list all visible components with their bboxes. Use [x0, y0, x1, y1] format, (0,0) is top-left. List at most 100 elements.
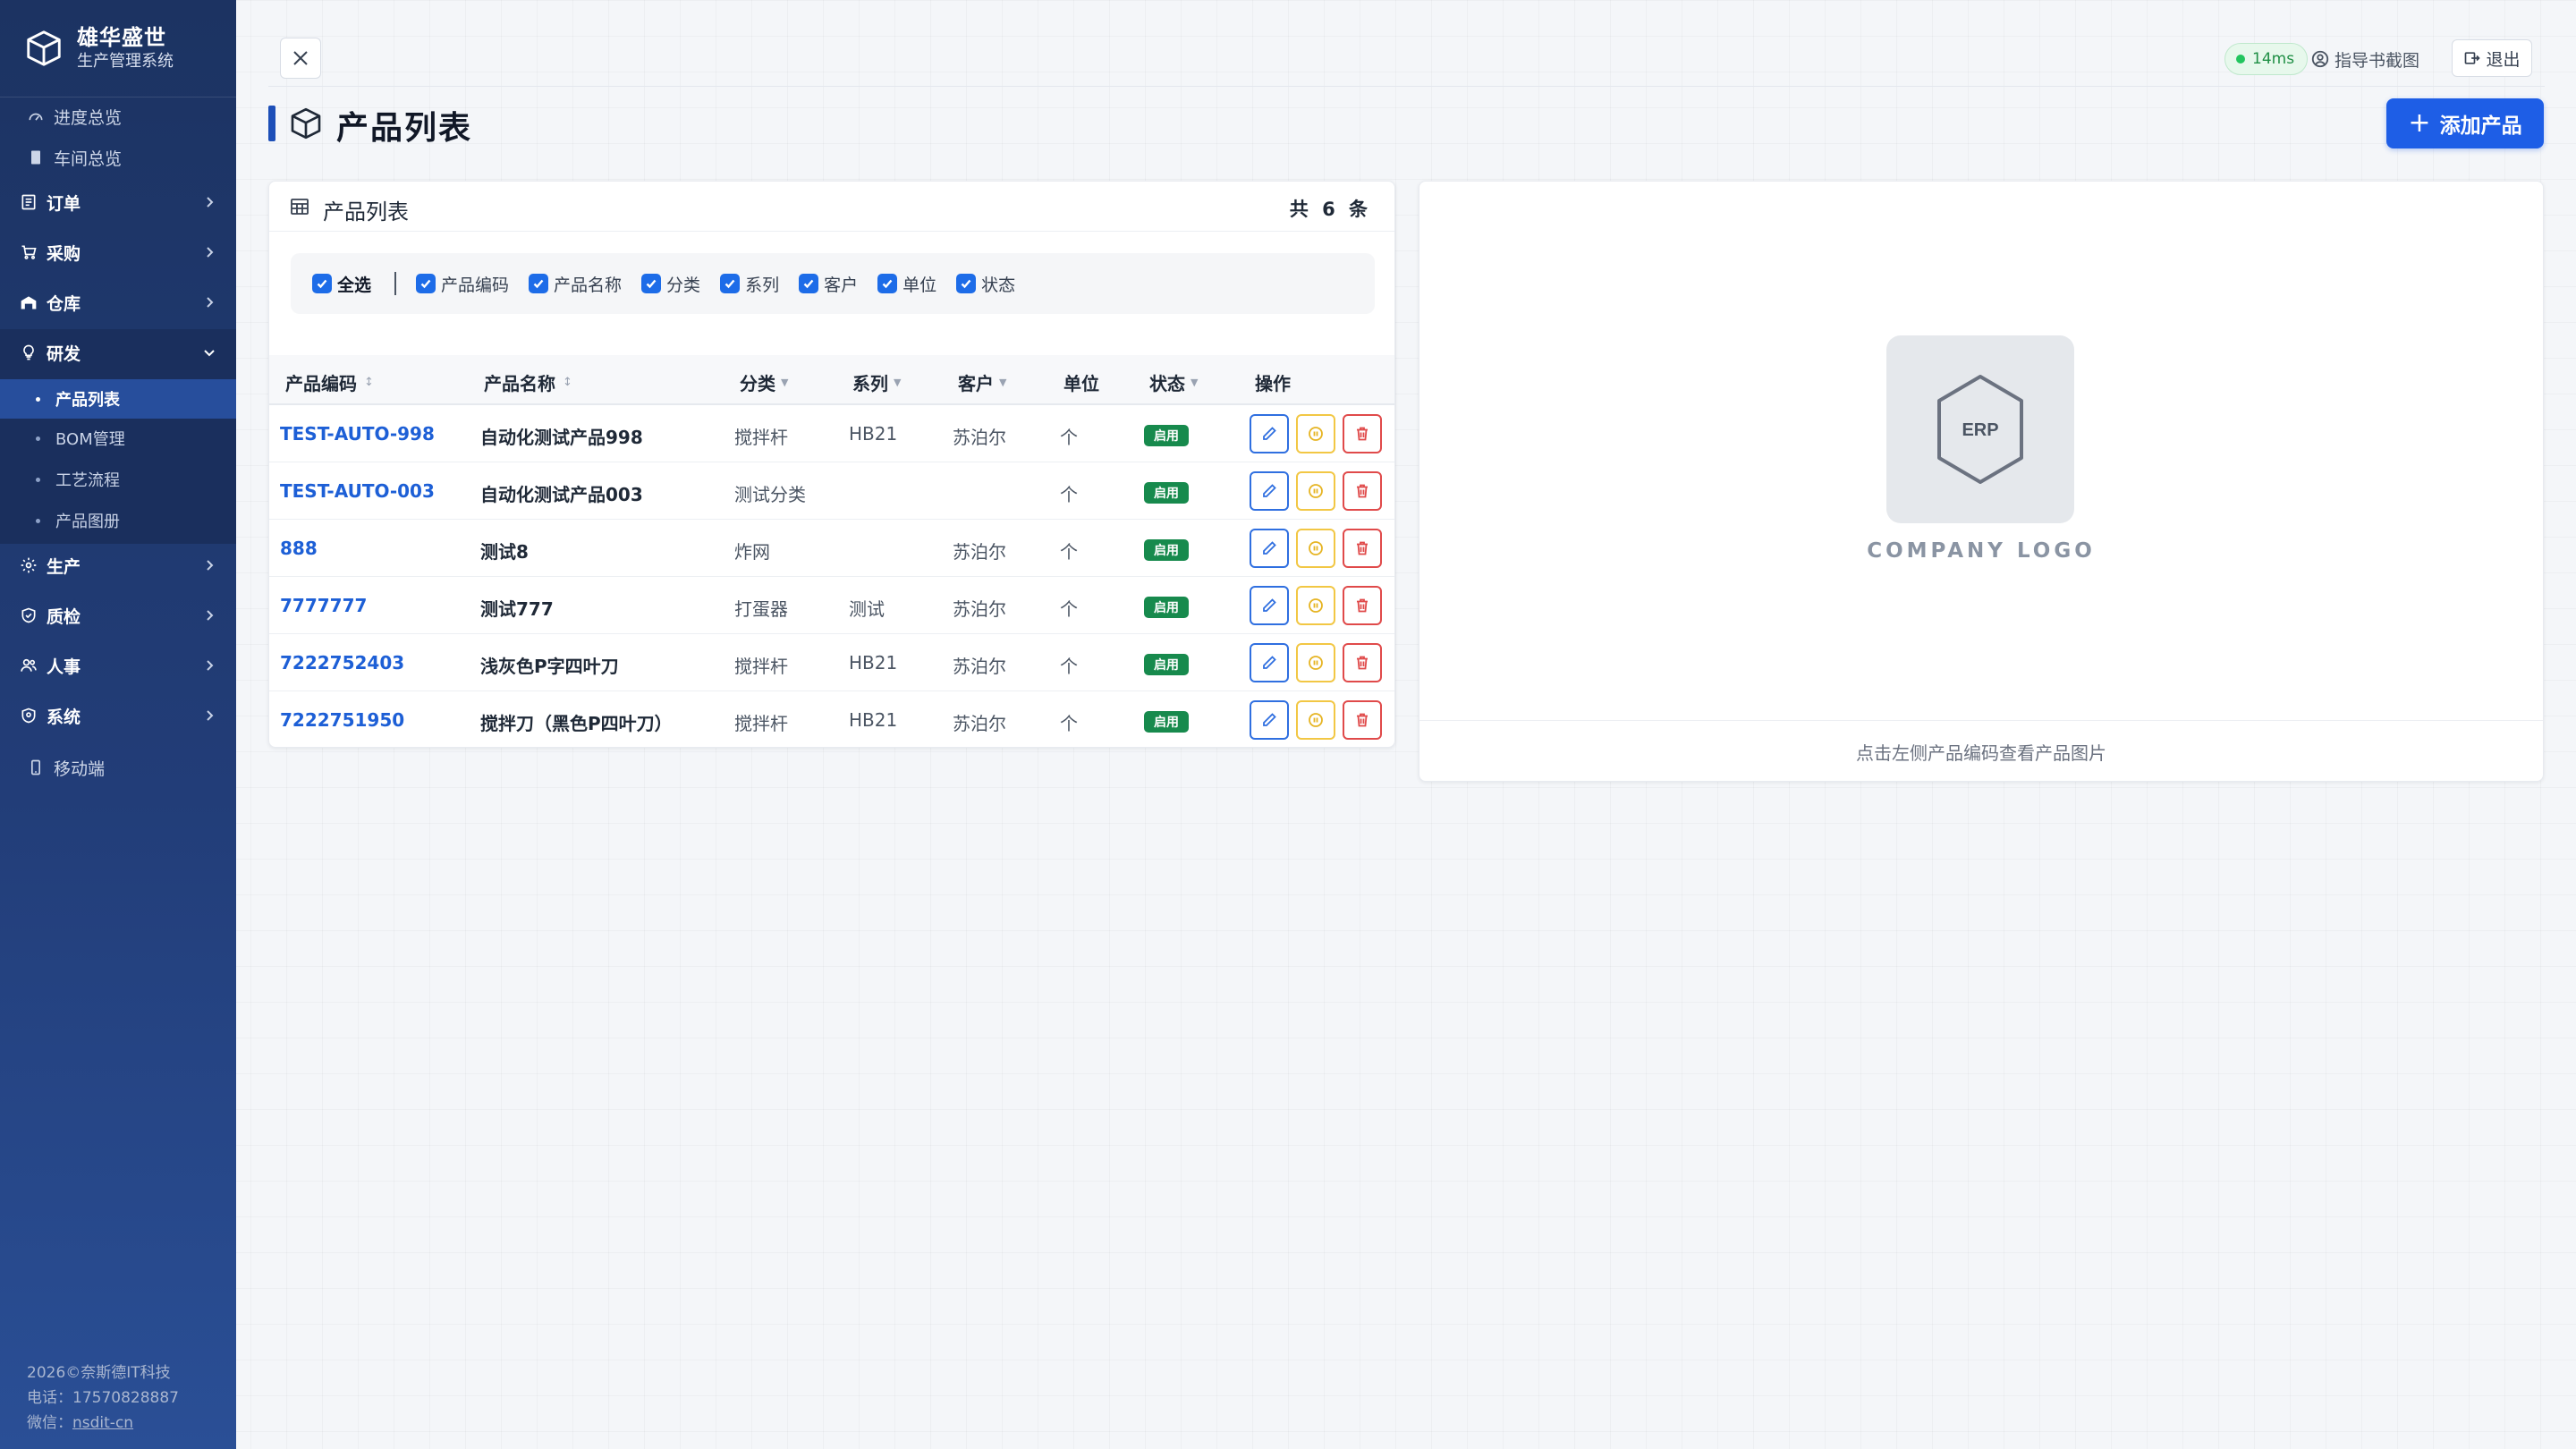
pause-circle-icon [1309, 598, 1323, 613]
table-row: 7222752403 浅灰色P字四叶刀 搅拌杆 HB21 苏泊尔 个 启用 [269, 634, 1394, 691]
product-unit: 个 [1060, 656, 1078, 677]
status-badge: 启用 [1144, 482, 1189, 504]
product-code-link[interactable]: 7777777 [280, 595, 367, 616]
col-header-category[interactable]: 分类 ▼ [740, 369, 788, 395]
nav-mobile[interactable]: 移动端 [0, 746, 236, 789]
table-header: 产品编码 ↕ 产品名称 ↕ 分类 ▼ 系列 ▼ 客户 ▼ 单位 状态 ▼ 操作 [269, 355, 1394, 405]
footer-wechat-id[interactable]: nsdit-cn [72, 1414, 133, 1432]
product-code-link[interactable]: 7222751950 [280, 709, 404, 731]
bullet-dot [36, 518, 40, 523]
product-code-link[interactable]: 7222752403 [280, 652, 404, 674]
nav-group-purchasing[interactable]: 采购 [0, 231, 236, 274]
delete-button[interactable] [1343, 529, 1382, 568]
edit-button[interactable] [1250, 700, 1289, 740]
edit-button[interactable] [1250, 586, 1289, 625]
trash-icon [1357, 656, 1368, 670]
pause-circle-icon [1309, 541, 1323, 555]
trash-icon [1357, 427, 1368, 441]
toggle-status-button[interactable] [1296, 529, 1335, 568]
nav-label: 工艺流程 [55, 471, 120, 490]
product-series: 测试 [849, 598, 885, 620]
toggle-status-button[interactable] [1296, 414, 1335, 453]
product-code-link[interactable]: 888 [280, 538, 318, 559]
close-tab-button[interactable] [280, 38, 321, 79]
toggle-col-category[interactable]: 分类 [641, 272, 700, 296]
latency-value: 14ms [2252, 50, 2295, 68]
toggle-select-all[interactable]: 全选 [312, 272, 371, 296]
toggle-col-series[interactable]: 系列 [720, 272, 779, 296]
delete-button[interactable] [1343, 586, 1382, 625]
product-series: HB21 [849, 709, 898, 731]
toggle-label: 单位 [902, 275, 937, 295]
toggle-status-button[interactable] [1296, 643, 1335, 682]
sort-icon: ↕ [563, 376, 572, 389]
delete-button[interactable] [1343, 643, 1382, 682]
col-header-customer[interactable]: 客户 ▼ [958, 369, 1006, 395]
column-toggle-panel: 全选 产品编码 产品名称 分类 系列 客户 单位 状态 [291, 253, 1375, 314]
nav-label: 人事 [47, 657, 81, 677]
nav-group-quality[interactable]: 质检 [0, 594, 236, 637]
toggle-separator [394, 272, 397, 295]
checkbox-checked-icon [529, 274, 549, 293]
toggle-col-status[interactable]: 状态 [956, 272, 1015, 296]
user-circle-icon [2311, 50, 2329, 68]
checkbox-checked-icon [641, 274, 662, 293]
product-code-link[interactable]: TEST-AUTO-003 [280, 480, 435, 502]
toggle-status-button[interactable] [1296, 471, 1335, 511]
delete-button[interactable] [1343, 414, 1382, 453]
product-category: 炸网 [734, 541, 770, 563]
table-row: TEST-AUTO-003 自动化测试产品003 测试分类 个 启用 [269, 462, 1394, 520]
brand[interactable]: 雄华盛世 生产管理系统 [23, 21, 174, 75]
delete-button[interactable] [1343, 471, 1382, 511]
toggle-col-unit[interactable]: 单位 [877, 272, 936, 296]
edit-button[interactable] [1250, 471, 1289, 511]
delete-button[interactable] [1343, 700, 1382, 740]
add-product-button[interactable]: + 添加产品 [2386, 98, 2544, 148]
nav-item-bom[interactable]: BOM管理 [0, 419, 236, 458]
nav-group-system[interactable]: 系统 [0, 694, 236, 737]
nav-group-orders[interactable]: 订单 [0, 181, 236, 224]
nav-progress-overview[interactable]: 进度总览 [0, 95, 236, 138]
nav-item-product-catalog[interactable]: 产品图册 [0, 501, 236, 540]
toggle-col-name[interactable]: 产品名称 [529, 272, 622, 296]
manual-screenshot-link[interactable]: 指导书截图 [2310, 43, 2419, 75]
col-header-series[interactable]: 系列 ▼ [852, 369, 901, 395]
nav-group-rd[interactable]: 研发 [0, 331, 236, 374]
edit-button[interactable] [1250, 414, 1289, 453]
nav-item-process-flow[interactable]: 工艺流程 [0, 460, 236, 499]
nav-item-product-list[interactable]: 产品列表 [0, 379, 236, 419]
nav-group-production[interactable]: 生产 [0, 544, 236, 587]
nav-label: 生产 [47, 556, 81, 577]
toggle-status-button[interactable] [1296, 700, 1335, 740]
nav-group-warehouse[interactable]: 仓库 [0, 281, 236, 324]
edit-button[interactable] [1250, 643, 1289, 682]
toggle-col-customer[interactable]: 客户 [799, 272, 858, 296]
col-header-label: 分类 [740, 373, 775, 394]
toggle-label: 系列 [745, 275, 780, 295]
bullet-dot [36, 436, 40, 441]
shield-icon [21, 708, 36, 724]
nav-label: 产品列表 [55, 391, 120, 410]
toggle-label: 全选 [337, 275, 372, 295]
product-name: 测试777 [480, 598, 554, 620]
toggle-status-button[interactable] [1296, 586, 1335, 625]
gauge-icon [29, 113, 43, 121]
nav-group-hr[interactable]: 人事 [0, 644, 236, 687]
filter-caret-icon: ▼ [1191, 377, 1199, 388]
product-category: 测试分类 [734, 484, 806, 505]
product-code-link[interactable]: TEST-AUTO-998 [280, 423, 435, 445]
edit-button[interactable] [1250, 529, 1289, 568]
col-header-code[interactable]: 产品编码 ↕ [285, 369, 374, 395]
logout-button[interactable]: 退出 [2452, 39, 2532, 77]
logout-icon [2465, 52, 2481, 64]
chevron-right-icon [207, 560, 214, 571]
toggle-col-code[interactable]: 产品编码 [416, 272, 509, 296]
col-header-label: 系列 [852, 373, 888, 394]
col-header-status[interactable]: 状态 ▼ [1149, 369, 1198, 395]
brand-subtitle: 生产管理系统 [77, 52, 174, 71]
nav-workshop-overview[interactable]: 车间总览 [0, 136, 236, 179]
col-header-name[interactable]: 产品名称 ↕ [484, 369, 572, 395]
product-category: 搅拌杆 [734, 656, 788, 677]
nav-label: 进度总览 [54, 107, 123, 128]
product-customer: 苏泊尔 [953, 656, 1006, 677]
